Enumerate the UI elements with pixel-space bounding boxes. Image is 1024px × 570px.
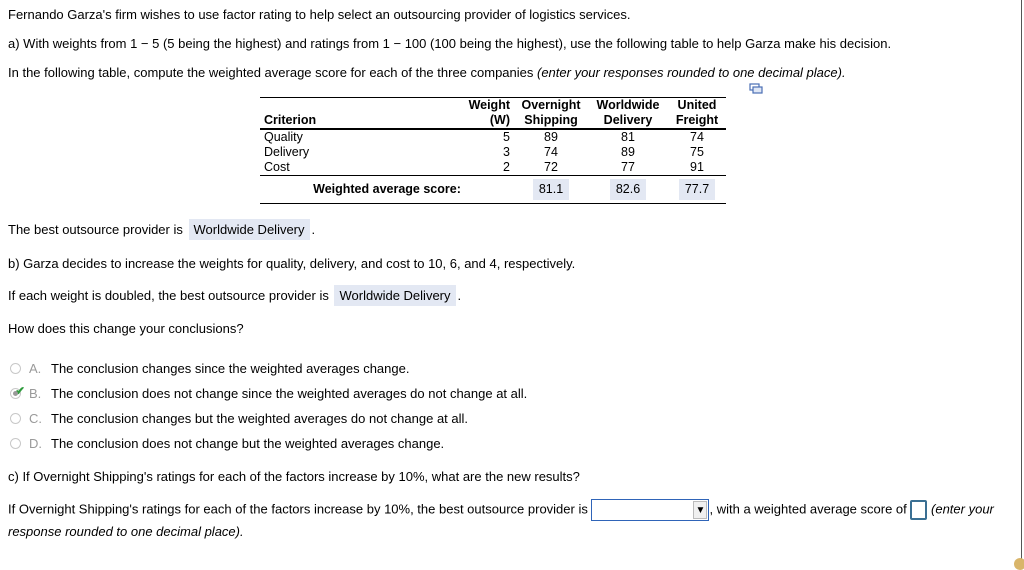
header-overnight-shipping: Overnight Shipping (514, 97, 588, 130)
part-a-instruction: In the following table, compute the weig… (8, 65, 846, 80)
cell-weight: 5 (503, 130, 510, 144)
header-worldwide-line2: Delivery (603, 113, 653, 127)
header-worldwide-delivery: Worldwide Delivery (588, 97, 668, 130)
option-text: The conclusion changes since the weighte… (51, 361, 410, 376)
option-letter: B. (29, 386, 42, 401)
cell-worldwide: 89 (621, 145, 635, 159)
radio-c[interactable] (10, 413, 21, 424)
option-letter: D. (29, 436, 42, 451)
best-provider-line: The best outsource provider is Worldwide… (8, 219, 315, 240)
option-text: The conclusion does not change since the… (51, 386, 528, 401)
copy-table-icon[interactable] (749, 83, 763, 95)
table-row: Cost 2 72 77 91 (260, 160, 726, 176)
part-c-middle: , with a weighted average score of (709, 501, 907, 517)
cell-worldwide: 81 (621, 130, 635, 144)
option-text: The conclusion does not change but the w… (51, 436, 445, 451)
help-bubble-icon[interactable] (1014, 558, 1024, 570)
part-a-prompt: a) With weights from 1 − 5 (5 being the … (8, 36, 892, 51)
cell-united: 75 (690, 145, 704, 159)
weighted-score-label: Weighted average score: (260, 175, 514, 204)
doubled-answer[interactable]: Worldwide Delivery (334, 285, 456, 306)
header-weight-line2: (W) (489, 113, 510, 127)
radio-b-selected[interactable]: ✔ (10, 384, 25, 399)
score-overnight-cell: 81.1 (514, 175, 588, 204)
cell-weight: 2 (503, 160, 510, 174)
window-right-border (1021, 0, 1022, 566)
factor-rating-table: Criterion Weight (W) Overnight Shipping Wo… (260, 97, 726, 204)
weighted-score-row: Weighted average score: 81.1 82.6 77.7 (260, 175, 726, 204)
option-c[interactable]: C. The conclusion changes but the weight… (10, 411, 468, 426)
dropdown-arrow-icon[interactable]: ▼ (693, 501, 708, 519)
header-criterion: Criterion (260, 97, 458, 130)
option-a[interactable]: A. The conclusion changes since the weig… (10, 361, 409, 376)
score-overnight[interactable]: 81.1 (532, 179, 570, 200)
header-united-freight: United Freight (668, 97, 726, 130)
option-letter: C. (29, 411, 42, 426)
header-united-line2: Freight (675, 113, 719, 127)
best-provider-answer[interactable]: Worldwide Delivery (188, 219, 310, 240)
option-letter: A. (29, 361, 42, 376)
intro-text: Fernando Garza's firm wishes to use fact… (8, 7, 631, 22)
instruction-hint: (enter your responses rounded to one dec… (537, 65, 846, 80)
table-header-row: Criterion Weight (W) Overnight Shipping Wo… (260, 97, 726, 130)
cell-united: 91 (690, 160, 704, 174)
score-worldwide[interactable]: 82.6 (609, 179, 647, 200)
score-united[interactable]: 77.7 (678, 179, 716, 200)
option-text: The conclusion changes but the weighted … (51, 411, 469, 426)
header-united-line1: United (677, 98, 717, 112)
header-overnight-line2: Shipping (524, 113, 578, 127)
option-d[interactable]: D. The conclusion does not change but th… (10, 436, 444, 451)
instruction-text: In the following table, compute the weig… (8, 65, 537, 80)
cell-criterion: Quality (264, 130, 303, 144)
part-c-answer-line: If Overnight Shipping's ratings for each… (8, 499, 994, 521)
provider-select[interactable]: ▼ (591, 499, 710, 521)
part-c-prefix: If Overnight Shipping's ratings for each… (8, 501, 588, 517)
cell-worldwide: 77 (621, 160, 635, 174)
table-row: Quality 5 89 81 74 (260, 129, 726, 145)
header-weight-line1: Weight (468, 98, 510, 112)
radio-d[interactable] (10, 438, 21, 449)
cell-weight: 3 (503, 145, 510, 159)
score-united-cell: 77.7 (668, 175, 726, 204)
best-provider-prefix: The best outsource provider is (8, 222, 183, 237)
cell-overnight: 89 (544, 130, 558, 144)
option-b[interactable]: ✔ B. The conclusion does not change sinc… (10, 384, 528, 401)
conclusion-question: How does this change your conclusions? (8, 321, 244, 336)
part-b-prompt: b) Garza decides to increase the weights… (8, 256, 576, 271)
cell-united: 74 (690, 130, 704, 144)
part-c-hint-1: (enter your (931, 501, 994, 517)
doubled-prefix: If each weight is doubled, the best outs… (8, 288, 329, 303)
weighted-score-input[interactable] (910, 500, 928, 520)
part-c-hint-2: response rounded to one decimal place). (8, 524, 244, 539)
score-worldwide-cell: 82.6 (588, 175, 668, 204)
header-weight: Weight (W) (458, 97, 514, 130)
table-row: Delivery 3 74 89 75 (260, 145, 726, 160)
header-worldwide-line1: Worldwide (596, 98, 660, 112)
cell-criterion: Delivery (264, 145, 310, 159)
cell-overnight: 72 (544, 160, 558, 174)
cell-overnight: 74 (544, 145, 558, 159)
part-c-prompt: c) If Overnight Shipping's ratings for e… (8, 469, 580, 484)
doubled-weight-line: If each weight is doubled, the best outs… (8, 285, 461, 306)
header-overnight-line1: Overnight (521, 98, 581, 112)
correct-check-icon: ✔ (15, 384, 26, 398)
doubled-suffix: . (457, 288, 462, 303)
best-provider-suffix: . (311, 222, 316, 237)
cell-criterion: Cost (264, 160, 290, 174)
radio-a[interactable] (10, 363, 21, 374)
